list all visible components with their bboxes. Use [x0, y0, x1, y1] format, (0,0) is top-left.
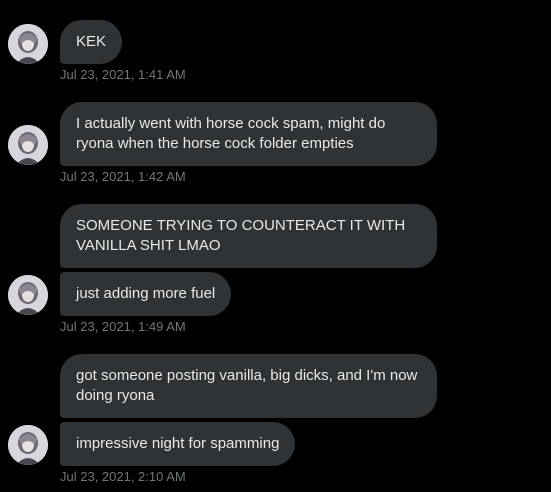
message-text: impressive night for spamming: [76, 435, 280, 452]
avatar[interactable]: [8, 24, 48, 64]
message-text: SOMEONE TRYING TO COUNTERACT IT WITH VAN…: [76, 217, 406, 254]
message-bubble[interactable]: impressive night for spamming: [60, 422, 296, 466]
message-text: got someone posting vanilla, big dicks, …: [76, 367, 418, 404]
message-timestamp: Jul 23, 2021, 2:10 AM: [60, 469, 186, 484]
message-bubble[interactable]: just adding more fuel: [60, 272, 232, 316]
message-timestamp: Jul 23, 2021, 1:49 AM: [60, 319, 186, 334]
avatar-image: [8, 275, 48, 315]
avatar-image: [8, 425, 48, 465]
avatar[interactable]: [8, 425, 48, 465]
avatar[interactable]: [8, 125, 48, 165]
avatar-image: [8, 125, 48, 165]
message-text: KEK: [76, 33, 107, 50]
message-text: just adding more fuel: [76, 285, 216, 302]
message-timestamp: Jul 23, 2021, 1:42 AM: [60, 169, 186, 184]
avatar[interactable]: [8, 275, 48, 315]
message-text: I actually went with horse cock spam, mi…: [76, 115, 386, 152]
avatar-image: [8, 24, 48, 64]
message-timestamp: Jul 23, 2021, 1:41 AM: [60, 67, 186, 82]
message-bubble[interactable]: I actually went with horse cock spam, mi…: [60, 102, 437, 166]
dm-conversation: KEK Jul 23, 2021, 1:41 AM I actually wen…: [0, 0, 551, 492]
message-bubble[interactable]: SOMEONE TRYING TO COUNTERACT IT WITH VAN…: [60, 204, 437, 268]
message-bubble[interactable]: got someone posting vanilla, big dicks, …: [60, 354, 437, 418]
message-bubble[interactable]: KEK: [60, 20, 123, 64]
